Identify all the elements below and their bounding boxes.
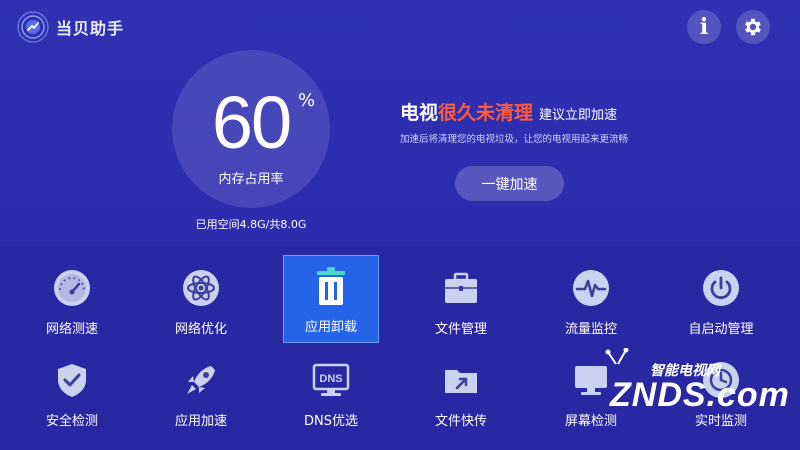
rocket-icon	[179, 358, 223, 402]
tool-security-check[interactable]: 安全检测	[24, 350, 120, 438]
power-icon	[699, 266, 743, 310]
atom-icon	[179, 266, 223, 310]
tile-label: 自启动管理	[688, 322, 754, 337]
memory-percent-unit: %	[298, 90, 316, 111]
trash-icon	[309, 264, 353, 308]
one-click-speedup-button[interactable]: 一键加速	[455, 166, 564, 201]
speedometer-icon	[50, 266, 94, 310]
tool-app-speedup[interactable]: 应用加速	[153, 350, 249, 438]
dns-monitor-icon: DNS	[309, 358, 353, 402]
pulse-icon	[569, 266, 613, 310]
info-icon: i	[699, 14, 709, 40]
headline-part2: 建议立即加速	[539, 108, 618, 123]
memory-label: 内存占用率	[218, 172, 284, 187]
znds-watermark: 智能电视网 ZNDS.com	[588, 348, 789, 428]
cleanup-headline: 电视很久未清理 建议立即加速	[400, 98, 617, 125]
tile-label: 安全检测	[45, 414, 98, 429]
tile-label: 文件管理	[434, 322, 487, 337]
dns-icon-text: DNS	[319, 373, 342, 385]
tool-file-manager[interactable]: 文件管理	[413, 258, 509, 346]
gear-icon	[745, 18, 761, 36]
tv-antenna-icon	[605, 348, 629, 365]
tool-network-optimize[interactable]: 网络优化	[153, 258, 249, 346]
tile-label: 应用卸载	[304, 320, 357, 335]
tile-label: DNS优选	[304, 414, 358, 429]
tile-label: 应用加速	[174, 414, 227, 429]
headline-accent: 很久未清理	[438, 102, 534, 124]
cleanup-subtext: 加速后将清理您的电视垃圾，让您的电视用起来更流畅	[400, 134, 629, 145]
app-title: 当贝助手	[56, 19, 125, 38]
tool-autostart-manager[interactable]: 自启动管理	[673, 258, 769, 346]
shield-check-icon	[50, 358, 94, 402]
toolbox-icon	[439, 266, 483, 310]
tile-label: 文件快传	[434, 414, 487, 429]
tool-file-transfer[interactable]: 文件快传	[413, 350, 509, 438]
memory-gauge: 60 % 内存占用率	[172, 50, 330, 208]
app-logo: 当贝助手	[16, 10, 124, 44]
watermark-brand: ZNDS.com	[610, 376, 790, 414]
storage-usage-text: 已用空间4.8G/共8.0G	[195, 218, 307, 231]
logo-icon	[17, 11, 49, 43]
tool-network-speed-test[interactable]: 网络测速	[24, 258, 120, 346]
settings-button[interactable]	[736, 10, 770, 44]
tool-traffic-monitor[interactable]: 流量监控	[543, 258, 639, 346]
tile-label: 网络测速	[45, 322, 98, 337]
tool-app-uninstall[interactable]: 应用卸载	[283, 255, 379, 343]
folder-share-icon	[439, 358, 483, 402]
headline-part1: 电视	[400, 102, 439, 124]
tile-label: 网络优化	[174, 322, 227, 337]
tile-label: 流量监控	[564, 322, 617, 337]
info-button[interactable]: i	[687, 10, 721, 44]
tool-dns-optimize[interactable]: DNS DNS优选	[283, 350, 379, 438]
